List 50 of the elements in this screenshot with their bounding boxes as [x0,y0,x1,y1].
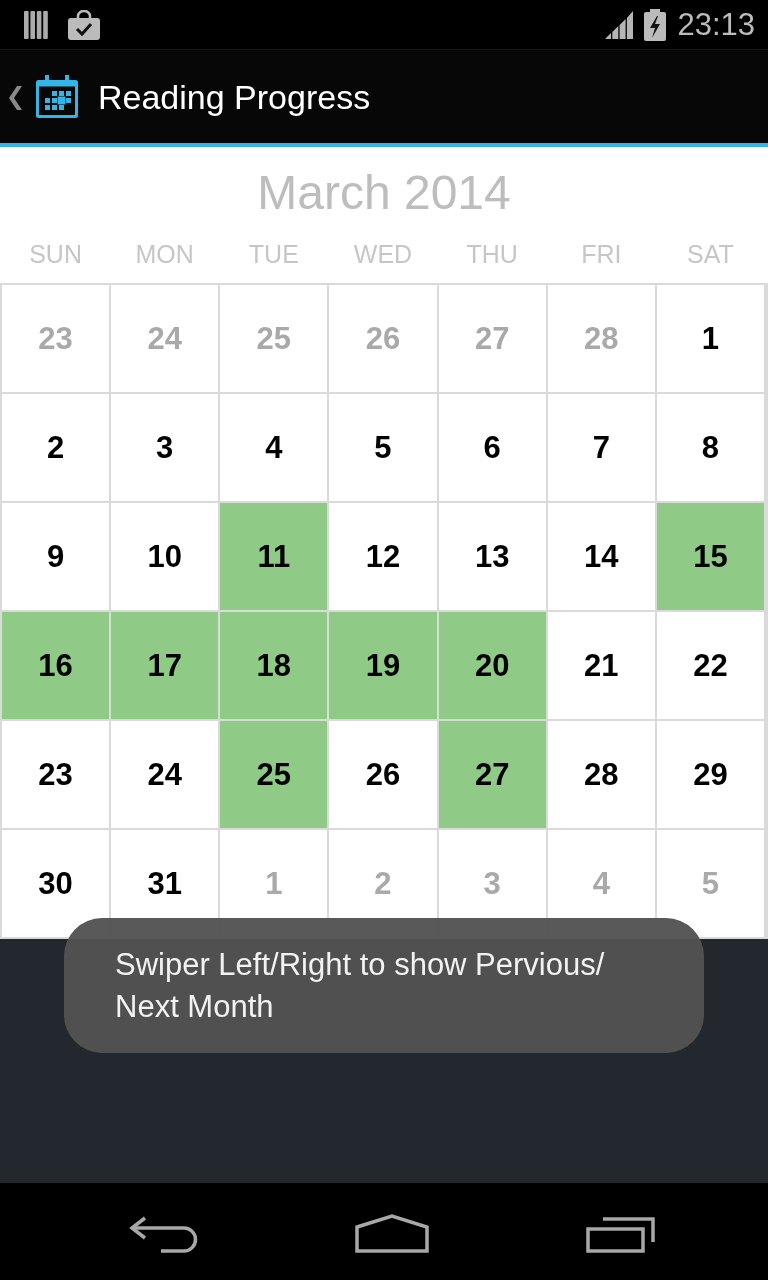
day-cell[interactable]: 8 [656,394,764,501]
day-cell[interactable]: 20 [438,612,546,719]
day-cell[interactable]: 6 [438,394,546,501]
day-cell[interactable]: 24 [111,721,219,828]
day-cell[interactable]: 30 [2,830,110,937]
vertical-bars-icon [24,10,48,39]
day-cell[interactable]: 14 [547,503,655,610]
day-cell[interactable]: 22 [656,612,764,719]
day-cell[interactable]: 25 [220,721,328,828]
home-icon[interactable] [355,1214,429,1253]
day-cell[interactable]: 28 [547,721,655,828]
day-cell[interactable]: 19 [329,612,437,719]
day-cell[interactable]: 17 [111,612,219,719]
day-cell[interactable]: 26 [329,721,437,828]
day-cell[interactable]: 18 [220,612,328,719]
battery-charging-icon [644,8,667,41]
recent-apps-icon[interactable] [586,1217,656,1253]
weekday-label: FRI [581,239,622,269]
day-cell[interactable]: 29 [656,721,764,828]
screen-title: Reading Progress [98,76,371,117]
weekday-label: WED [353,239,413,269]
weekday-label: THU [466,239,518,269]
day-cell[interactable]: 1 [656,285,764,392]
day-cell[interactable]: 11 [220,503,328,610]
day-cell[interactable]: 7 [547,394,655,501]
weekday-label: SUN [29,239,82,269]
day-cell[interactable]: 27 [438,721,546,828]
back-icon[interactable] [129,1216,198,1253]
day-cell[interactable]: 13 [438,503,546,610]
day-cell[interactable]: 4 [220,394,328,501]
weekday-label: MON [135,239,194,269]
day-cell[interactable]: 12 [329,503,437,610]
day-cell[interactable]: 21 [547,612,655,719]
status-time: 23:13 [677,6,755,43]
weekday-label: SAT [687,239,734,269]
day-cell[interactable]: 23 [2,721,110,828]
day-cell[interactable]: 5 [329,394,437,501]
day-cell[interactable]: 9 [2,503,110,610]
toast-message: Swiper Left/Right to show Pervious/ Next Month [64,918,704,1053]
day-cell[interactable]: 15 [656,503,764,610]
day-cell[interactable]: 16 [2,612,110,719]
day-cell[interactable]: 2 [2,394,110,501]
weekday-label: TUE [248,239,299,269]
bag-checkmark-icon [68,9,100,40]
signal-strength-icon [605,10,634,39]
calendar-icon[interactable] [36,75,78,118]
day-cell[interactable]: 10 [111,503,219,610]
day-cell[interactable]: 3 [111,394,219,501]
chevron-left-icon[interactable] [8,85,22,110]
month-title: March 2014 [257,165,511,221]
